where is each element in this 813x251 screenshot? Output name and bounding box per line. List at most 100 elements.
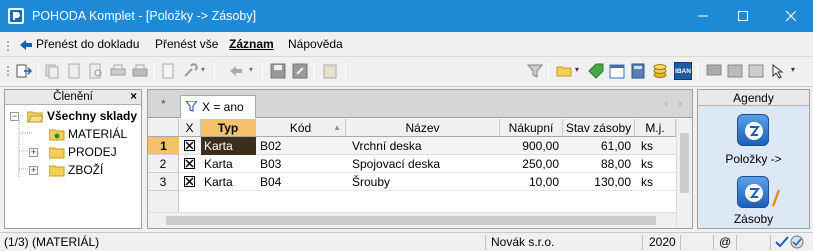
clipboard-icon[interactable] <box>322 63 338 79</box>
column-header-nazev[interactable]: Název <box>346 119 500 137</box>
agenda-label: Položky -> <box>725 152 782 166</box>
cell-stav-zasoby[interactable]: 130,00 <box>563 173 635 191</box>
list-icon[interactable] <box>748 63 764 79</box>
row-number[interactable]: 1 <box>148 137 179 155</box>
cell-nazev[interactable]: Spojovací deska <box>346 155 500 173</box>
tab-scroll-left-icon[interactable]: ‹ <box>664 96 668 110</box>
vertical-scrollbar[interactable] <box>676 119 692 228</box>
cell-mj[interactable]: ks <box>635 155 676 173</box>
checkbox-checked-icon[interactable] <box>184 140 195 151</box>
cell-kod[interactable]: B04 <box>256 173 346 191</box>
dropdown-arrow-icon[interactable]: ▾ <box>249 65 253 74</box>
pohoda-logo-icon <box>8 8 24 24</box>
message-icon[interactable] <box>706 63 722 79</box>
print-icon[interactable] <box>110 63 126 79</box>
cell-stav-zasoby[interactable]: 61,00 <box>563 137 635 155</box>
tree-item-all-warehouses[interactable]: − Všechny sklady <box>5 108 141 125</box>
preview-icon[interactable] <box>88 63 104 79</box>
dropdown-arrow-icon[interactable]: ▾ <box>575 65 579 74</box>
vertical-scrollbar-thumb[interactable] <box>680 133 689 193</box>
menu-help[interactable]: Nápověda <box>288 37 343 51</box>
cell-kod[interactable]: B03 <box>256 155 346 173</box>
cell-nakupni[interactable]: 250,00 <box>500 155 563 173</box>
tree-item-zbozi[interactable]: + ZBOŽÍ <box>5 162 141 179</box>
cell-nazev[interactable]: Vrchní deska <box>346 137 500 155</box>
checkbox-checked-icon[interactable] <box>184 176 195 187</box>
checkbox-cell[interactable] <box>179 155 201 173</box>
pohoda-agenda-edit-icon <box>737 176 769 208</box>
menu-transfer-to-document[interactable]: Přenést do dokladu <box>36 37 139 51</box>
tree-item-label: Všechny sklady <box>47 109 138 123</box>
row-number[interactable]: 2 <box>148 155 179 173</box>
cell-nakupni[interactable]: 900,00 <box>500 137 563 155</box>
iban-icon[interactable]: IBAN <box>674 62 692 80</box>
coins-icon[interactable] <box>652 63 668 79</box>
tree-item-material[interactable]: MATERIÁL <box>5 126 141 143</box>
agenda-zasoby[interactable]: Zásoby <box>698 174 809 228</box>
form-icon[interactable] <box>727 63 743 79</box>
agenda-polozky[interactable]: Položky -> <box>698 110 809 172</box>
menu-record[interactable]: Záznam <box>229 37 274 51</box>
tab-scroll-right-icon[interactable]: › <box>678 96 682 110</box>
checkbox-cell[interactable] <box>179 173 201 191</box>
calendar-icon[interactable] <box>609 63 625 79</box>
close-button[interactable] <box>769 0 813 32</box>
close-panel-icon[interactable]: × <box>130 90 137 105</box>
column-header-typ[interactable]: Typ <box>201 119 256 137</box>
calculator-icon[interactable] <box>630 63 646 79</box>
column-header-mj[interactable]: M.j. <box>635 119 676 137</box>
agenda-label: Zásoby <box>733 212 774 226</box>
cell-nazev[interactable]: Šrouby <box>346 173 500 191</box>
checkbox-cell[interactable] <box>179 137 201 155</box>
printer-icon[interactable] <box>132 63 148 79</box>
maximize-button[interactable] <box>721 0 765 32</box>
wrench-icon[interactable] <box>182 63 198 79</box>
expand-icon[interactable]: + <box>29 166 38 175</box>
column-header-stav-zasoby[interactable]: Stav zásoby <box>563 119 635 137</box>
dropdown-arrow-icon[interactable]: ▾ <box>201 65 205 74</box>
status-at: @ <box>719 235 732 249</box>
sort-asc-icon: ▲ <box>333 123 341 132</box>
title-bar[interactable]: POHODA Komplet - [Položky -> Zásoby] <box>0 0 813 32</box>
horizontal-scrollbar[interactable] <box>148 212 676 228</box>
money-tag-icon[interactable] <box>588 63 604 79</box>
items-pane: * X = ano ‹ › X Typ Kód ▲ Název Nákupní … <box>147 89 693 229</box>
cell-stav-zasoby[interactable]: 88,00 <box>563 155 635 173</box>
horizontal-scrollbar-thumb[interactable] <box>166 216 656 225</box>
collapse-icon[interactable]: − <box>10 112 19 121</box>
filter-tab-label: X = ano <box>202 100 244 114</box>
back-arrow-icon[interactable] <box>228 63 244 79</box>
row-number[interactable]: 3 <box>148 173 179 191</box>
column-header-nakupni[interactable]: Nákupní <box>500 119 563 137</box>
cell-mj[interactable]: ks <box>635 137 676 155</box>
minimize-button[interactable] <box>681 0 725 32</box>
dropdown-arrow-icon[interactable]: ▾ <box>791 65 795 74</box>
cell-typ[interactable]: Karta <box>201 137 256 155</box>
checkbox-checked-icon[interactable] <box>184 158 195 169</box>
cell-nakupni[interactable]: 10,00 <box>500 173 563 191</box>
funnel-filter-icon[interactable] <box>527 63 543 79</box>
tree-item-label: PRODEJ <box>68 145 117 159</box>
help-pointer-icon[interactable] <box>770 63 786 79</box>
close-icon <box>785 10 797 22</box>
tree-item-prodej[interactable]: + PRODEJ <box>5 144 141 161</box>
cell-typ[interactable]: Karta <box>201 173 256 191</box>
status-year: 2020 <box>649 235 676 249</box>
cell-typ[interactable]: Karta <box>201 155 256 173</box>
cell-kod[interactable]: B02 <box>256 137 346 155</box>
filter-tab[interactable]: X = ano <box>180 95 256 118</box>
save-icon[interactable] <box>270 63 286 79</box>
expand-icon[interactable]: + <box>29 148 38 157</box>
column-header-x[interactable]: X <box>179 119 201 137</box>
save-edit-icon[interactable] <box>292 63 308 79</box>
column-header-kod[interactable]: Kód ▲ <box>256 119 346 137</box>
page-icon[interactable] <box>160 63 176 79</box>
menu-transfer-all[interactable]: Přenést vše <box>155 37 218 51</box>
document-icon[interactable] <box>66 63 82 79</box>
status-position: (1/3) (MATERIÁL) <box>4 235 100 249</box>
new-filter-tab[interactable]: * <box>161 97 166 111</box>
copy-icon[interactable] <box>44 63 60 79</box>
exit-icon[interactable] <box>16 63 32 79</box>
folder-open-icon[interactable] <box>556 63 572 79</box>
cell-mj[interactable]: ks <box>635 173 676 191</box>
